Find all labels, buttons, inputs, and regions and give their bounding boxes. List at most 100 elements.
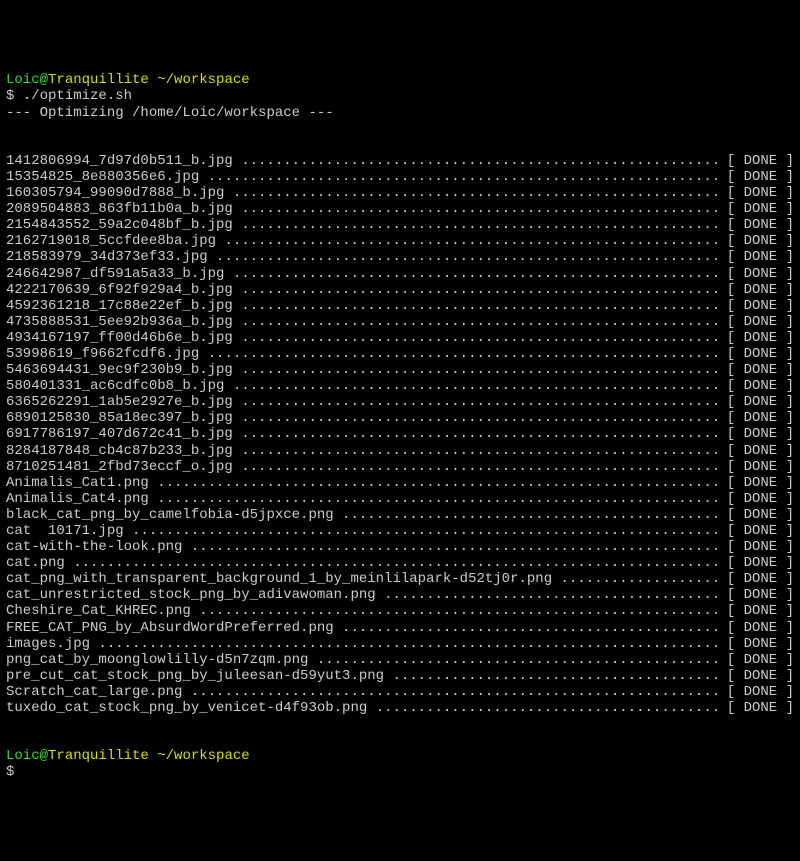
status-badge: [ DONE ] xyxy=(723,249,794,265)
status-badge: [ DONE ] xyxy=(723,555,794,571)
file-name: 8284187848_cb4c87b233_b.jpg xyxy=(6,443,233,459)
progress-dots xyxy=(334,507,723,523)
file-row: 5463694431_9ec9f230b9_b.jpg[ DONE ] xyxy=(6,362,794,378)
file-row: 1412806994_7d97d0b511_b.jpg [ DONE ] xyxy=(6,153,794,169)
progress-dots xyxy=(552,571,723,587)
status-badge: [ DONE ] xyxy=(723,491,794,507)
status-badge: [ DONE ] xyxy=(723,700,794,716)
status-badge: [ DONE ] xyxy=(723,330,794,346)
status-badge: [ DONE ] xyxy=(723,523,794,539)
prompt-host: Tranquillite xyxy=(48,72,149,88)
progress-dots xyxy=(233,217,723,233)
file-name: cat-with-the-look.png xyxy=(6,539,182,555)
command-line: $ ./optimize.sh xyxy=(6,88,794,104)
progress-dots xyxy=(233,459,723,475)
progress-dots xyxy=(233,298,723,314)
progress-dots xyxy=(191,603,723,619)
status-badge: [ DONE ] xyxy=(723,282,794,298)
prompt-user: Loic xyxy=(6,72,40,88)
file-name: 2089504883_863fb11b0a_b.jpg xyxy=(6,201,233,217)
progress-dots xyxy=(182,684,722,700)
file-name: Cheshire_Cat_KHREC.png xyxy=(6,603,191,619)
progress-dots xyxy=(308,652,722,668)
file-row: 53998619_f9662fcdf6.jpg[ DONE ] xyxy=(6,346,794,362)
file-name: Animalis_Cat4.png xyxy=(6,491,149,507)
file-name: 580401331_ac6cdfc0b8_b.jpg xyxy=(6,378,224,394)
progress-dots xyxy=(124,523,723,539)
status-badge: [ DONE ] xyxy=(723,459,794,475)
file-name: 4222170639_6f92f929a4_b.jpg xyxy=(6,282,233,298)
status-badge: [ DONE ] xyxy=(723,217,794,233)
file-row: Scratch_cat_large.png[ DONE ] xyxy=(6,684,794,700)
file-name: 2162719018_5ccfdee8ba.jpg xyxy=(6,233,216,249)
file-name: FREE_CAT_PNG_by_AbsurdWordPreferred.png xyxy=(6,620,334,636)
status-badge: [ DONE ] xyxy=(723,378,794,394)
progress-dots xyxy=(224,266,722,282)
file-name: 6890125830_85a18ec397_b.jpg xyxy=(6,410,233,426)
file-row: cat_png_with_transparent_background_1_by… xyxy=(6,571,794,587)
file-name: 218583979_34d373ef33.jpg xyxy=(6,249,208,265)
file-name: 6917786197_407d672c41_b.jpg xyxy=(6,426,233,442)
status-badge: [ DONE ] xyxy=(723,668,794,684)
prompt-user: Loic xyxy=(6,748,40,764)
progress-dots xyxy=(199,169,723,185)
status-badge: [ DONE ] xyxy=(723,233,794,249)
file-row: 2154843552_59a2c048bf_b.jpg [ DONE ] xyxy=(6,217,794,233)
status-badge: [ DONE ] xyxy=(723,266,794,282)
status-badge: [ DONE ] xyxy=(723,298,794,314)
status-badge: [ DONE ] xyxy=(723,652,794,668)
file-row: 6890125830_85a18ec397_b.jpg[ DONE ] xyxy=(6,410,794,426)
file-row: cat_unrestricted_stock_png_by_adivawoman… xyxy=(6,587,794,603)
progress-dots xyxy=(65,555,723,571)
file-name: 246642987_df591a5a33_b.jpg xyxy=(6,266,224,282)
file-name: 4735888531_5ee92b936a_b.jpg xyxy=(6,314,233,330)
blank-line xyxy=(6,732,794,748)
status-badge: [ DONE ] xyxy=(723,394,794,410)
file-name: 2154843552_59a2c048bf_b.jpg xyxy=(6,217,233,233)
prompt-idle[interactable]: $ xyxy=(6,764,794,780)
file-name: images.jpg xyxy=(6,636,90,652)
status-badge: [ DONE ] xyxy=(723,603,794,619)
prompt-host: Tranquillite xyxy=(48,748,149,764)
progress-dots xyxy=(208,249,723,265)
file-row: 580401331_ac6cdfc0b8_b.jpg [ DONE ] xyxy=(6,378,794,394)
file-row: 218583979_34d373ef33.jpg [ DONE ] xyxy=(6,249,794,265)
file-name: 8710251481_2fbd73eccf_o.jpg xyxy=(6,459,233,475)
file-row: images.jpg[ DONE ] xyxy=(6,636,794,652)
progress-dots xyxy=(334,620,723,636)
file-row: cat-with-the-look.png[ DONE ] xyxy=(6,539,794,555)
progress-dots xyxy=(376,587,723,603)
progress-dots xyxy=(182,539,722,555)
file-row: 15354825_8e880356e6.jpg[ DONE ] xyxy=(6,169,794,185)
progress-dots xyxy=(216,233,723,249)
status-badge: [ DONE ] xyxy=(723,153,794,169)
progress-dots xyxy=(224,378,722,394)
progress-dots xyxy=(199,346,723,362)
status-badge: [ DONE ] xyxy=(723,201,794,217)
status-badge: [ DONE ] xyxy=(723,620,794,636)
file-name: tuxedo_cat_stock_png_by_venicet-d4f93ob.… xyxy=(6,700,367,716)
file-row: 160305794_99090d7888_b.jpg[ DONE ] xyxy=(6,185,794,201)
file-name: cat_unrestricted_stock_png_by_adivawoman… xyxy=(6,587,376,603)
file-name: cat.png xyxy=(6,555,65,571)
prompt-at: @ xyxy=(40,748,48,764)
file-name: 53998619_f9662fcdf6.jpg xyxy=(6,346,199,362)
banner-line: --- Optimizing /home/Loic/workspace --- xyxy=(6,105,794,121)
status-badge: [ DONE ] xyxy=(723,507,794,523)
file-row: 8710251481_2fbd73eccf_o.jpg [ DONE ] xyxy=(6,459,794,475)
file-name: cat 10171.jpg xyxy=(6,523,124,539)
file-name: 4934167197_ff00d46b6e_b.jpg xyxy=(6,330,233,346)
progress-dots xyxy=(367,700,723,716)
prompt-line-1: Loic@Tranquillite ~/workspace xyxy=(6,72,794,88)
status-badge: [ DONE ] xyxy=(723,475,794,491)
file-name: 1412806994_7d97d0b511_b.jpg xyxy=(6,153,233,169)
file-row: 8284187848_cb4c87b233_b.jpg[ DONE ] xyxy=(6,443,794,459)
file-name: png_cat_by_moonglowlilly-d5n7zqm.png xyxy=(6,652,308,668)
status-badge: [ DONE ] xyxy=(723,426,794,442)
file-name: cat_png_with_transparent_background_1_by… xyxy=(6,571,552,587)
progress-dots xyxy=(384,668,723,684)
prompt-dollar: $ xyxy=(6,88,14,104)
file-row: 4222170639_6f92f929a4_b.jpg [ DONE ] xyxy=(6,282,794,298)
file-name: 160305794_99090d7888_b.jpg xyxy=(6,185,224,201)
status-badge: [ DONE ] xyxy=(723,362,794,378)
